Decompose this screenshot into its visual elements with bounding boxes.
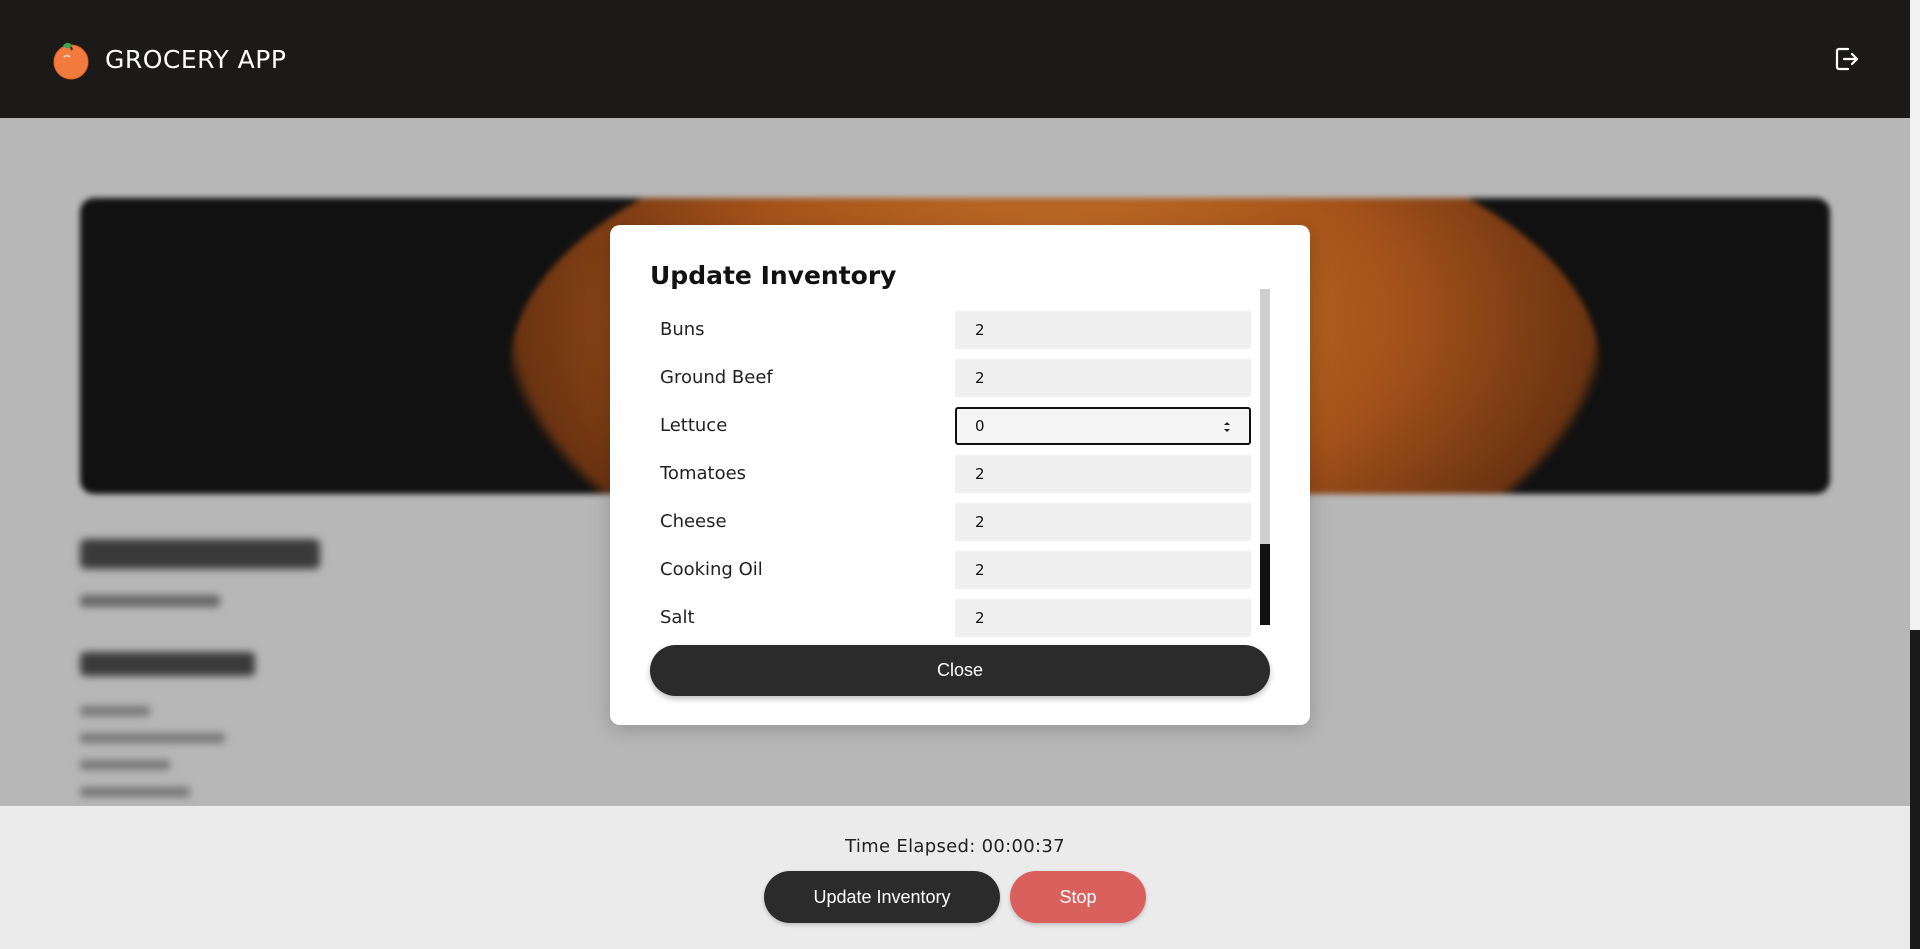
orange-icon: [50, 37, 92, 81]
inventory-item-label: Salt: [660, 607, 695, 628]
quantity-input-focused[interactable]: [955, 407, 1251, 445]
close-button[interactable]: Close: [650, 645, 1270, 696]
inventory-row: Tomatoes: [650, 451, 1251, 499]
quantity-input[interactable]: [955, 359, 1251, 397]
brand[interactable]: GROCERY APP: [50, 37, 286, 81]
time-elapsed: Time Elapsed: 00:00:37: [845, 836, 1065, 857]
modal-scrollbar-thumb[interactable]: [1260, 544, 1270, 625]
modal-scrollbar[interactable]: [1260, 289, 1270, 625]
app-title: GROCERY APP: [105, 44, 287, 74]
update-inventory-button[interactable]: Update Inventory: [764, 871, 1000, 923]
inventory-item-label: Ground Beef: [660, 367, 773, 388]
inventory-row: Cheese: [650, 499, 1251, 547]
app-header: GROCERY APP: [0, 0, 1910, 118]
stop-button[interactable]: Stop: [1010, 871, 1146, 923]
inventory-list: Buns Ground Beef Lettuce Tomatoes Cheese: [650, 307, 1270, 649]
footer-bar: Time Elapsed: 00:00:37 Update Inventory …: [0, 806, 1910, 949]
quantity-input[interactable]: [955, 599, 1251, 637]
inventory-row: Ground Beef: [650, 355, 1251, 403]
page-scrollbar[interactable]: [1910, 0, 1920, 949]
quantity-input[interactable]: [955, 311, 1251, 349]
modal-title: Update Inventory: [650, 261, 897, 290]
update-inventory-modal: Update Inventory Buns Ground Beef Lettuc…: [610, 225, 1310, 725]
inventory-row: Salt: [650, 595, 1251, 643]
inventory-row: Buns: [650, 307, 1251, 355]
recipe-subtitle-blurred: [80, 593, 220, 614]
logout-button[interactable]: [1832, 44, 1862, 74]
recipe-title-blurred: [80, 533, 320, 583]
quantity-input[interactable]: [955, 551, 1251, 589]
footer-buttons: Update Inventory Stop: [764, 871, 1146, 923]
inventory-item-label: Cheese: [660, 511, 727, 532]
inventory-row: Cooking Oil: [650, 547, 1251, 595]
quantity-input[interactable]: [955, 455, 1251, 493]
ingredients-heading-blurred: [80, 648, 255, 686]
inventory-item-label: Cooking Oil: [660, 559, 763, 580]
quantity-input[interactable]: [955, 503, 1251, 541]
logout-icon: [1832, 47, 1862, 78]
inventory-item-label: Lettuce: [660, 415, 728, 436]
page-scrollbar-thumb[interactable]: [1910, 630, 1920, 949]
inventory-row: Lettuce: [650, 403, 1251, 451]
inventory-item-label: Buns: [660, 319, 705, 340]
ingredients-list-blurred: [80, 700, 230, 806]
inventory-item-label: Tomatoes: [660, 463, 747, 484]
